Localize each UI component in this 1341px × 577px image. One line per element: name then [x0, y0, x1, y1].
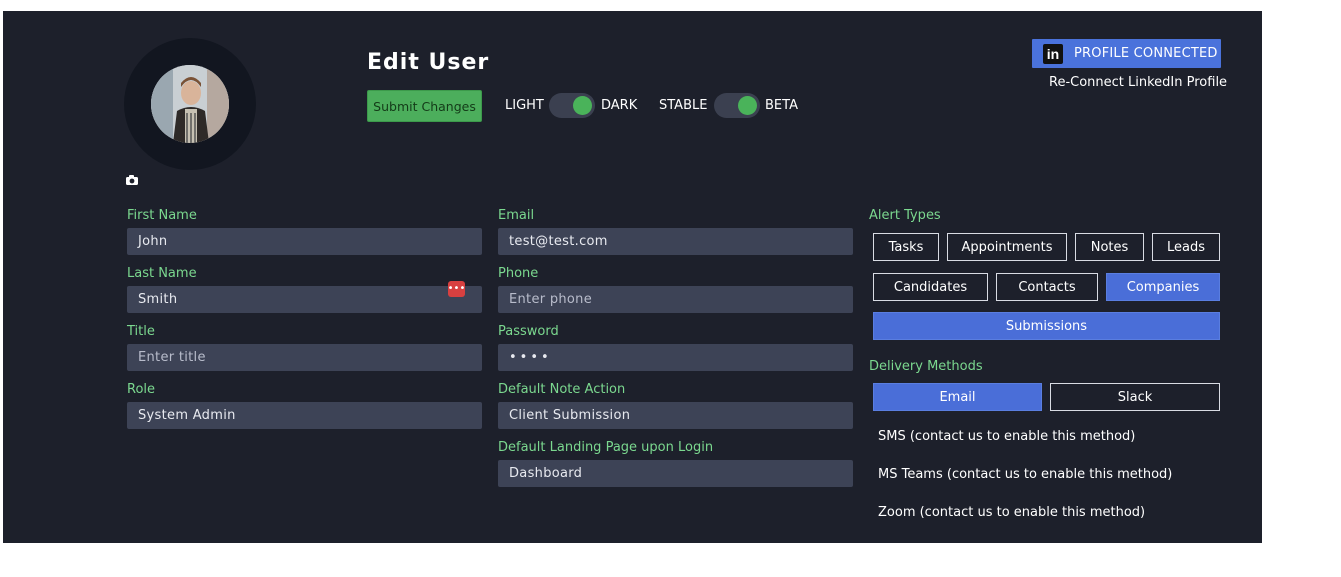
delivery-msteams-note: MS Teams (contact us to enable this meth…: [878, 467, 1173, 482]
alert-appointments-button[interactable]: Appointments: [947, 233, 1067, 261]
password-label: Password: [498, 324, 559, 339]
phone-label: Phone: [498, 266, 539, 281]
email-field[interactable]: test@test.com: [498, 228, 853, 255]
theme-light-label: LIGHT: [505, 98, 544, 113]
camera-icon[interactable]: [125, 171, 139, 185]
theme-dark-label: DARK: [601, 98, 638, 113]
email-label: Email: [498, 208, 535, 223]
alert-submissions-button[interactable]: Submissions: [873, 312, 1220, 340]
channel-toggle[interactable]: [714, 93, 760, 118]
alert-types-label: Alert Types: [869, 208, 941, 223]
first-name-label: First Name: [127, 208, 197, 223]
submit-changes-button[interactable]: Submit Changes: [367, 90, 482, 122]
linkedin-icon: in: [1043, 43, 1063, 64]
title-label: Title: [127, 324, 155, 339]
reconnect-linkedin-link[interactable]: Re-Connect LinkedIn Profile: [1049, 75, 1227, 90]
default-note-action-label: Default Note Action: [498, 382, 626, 397]
alert-leads-button[interactable]: Leads: [1152, 233, 1220, 261]
theme-toggle[interactable]: [549, 93, 595, 118]
delivery-methods-label: Delivery Methods: [869, 359, 983, 374]
channel-stable-label: STABLE: [659, 98, 708, 113]
role-select[interactable]: System Admin: [127, 402, 482, 429]
phone-input[interactable]: Enter phone: [498, 286, 853, 313]
landing-page-select[interactable]: Dashboard: [498, 460, 853, 487]
first-name-input[interactable]: John: [127, 228, 482, 255]
delivery-email-button[interactable]: Email: [873, 383, 1042, 411]
linkedin-profile-connected-button[interactable]: in PROFILE CONNECTED: [1032, 39, 1221, 68]
password-manager-icon[interactable]: •••: [448, 281, 465, 297]
alert-contacts-button[interactable]: Contacts: [996, 273, 1098, 301]
avatar[interactable]: [151, 65, 229, 143]
delivery-zoom-note: Zoom (contact us to enable this method): [878, 505, 1146, 520]
alert-tasks-button[interactable]: Tasks: [873, 233, 939, 261]
avatar-photo: [151, 65, 229, 143]
alert-notes-button[interactable]: Notes: [1075, 233, 1144, 261]
alert-candidates-button[interactable]: Candidates: [873, 273, 988, 301]
last-name-label: Last Name: [127, 266, 197, 281]
last-name-input[interactable]: Smith: [127, 286, 482, 313]
role-label: Role: [127, 382, 156, 397]
default-note-action-select[interactable]: Client Submission: [498, 402, 853, 429]
landing-page-label: Default Landing Page upon Login: [498, 440, 714, 455]
delivery-sms-note: SMS (contact us to enable this method): [878, 429, 1136, 444]
alert-companies-button[interactable]: Companies: [1106, 273, 1220, 301]
delivery-slack-button[interactable]: Slack: [1050, 383, 1220, 411]
toggle-knob: [573, 96, 592, 115]
title-input[interactable]: Enter title: [127, 344, 482, 371]
toggle-knob: [738, 96, 757, 115]
channel-beta-label: BETA: [765, 98, 798, 113]
password-input[interactable]: ••••: [498, 344, 853, 371]
page-title: Edit User: [367, 50, 490, 75]
linkedin-button-label: PROFILE CONNECTED: [1074, 46, 1218, 61]
